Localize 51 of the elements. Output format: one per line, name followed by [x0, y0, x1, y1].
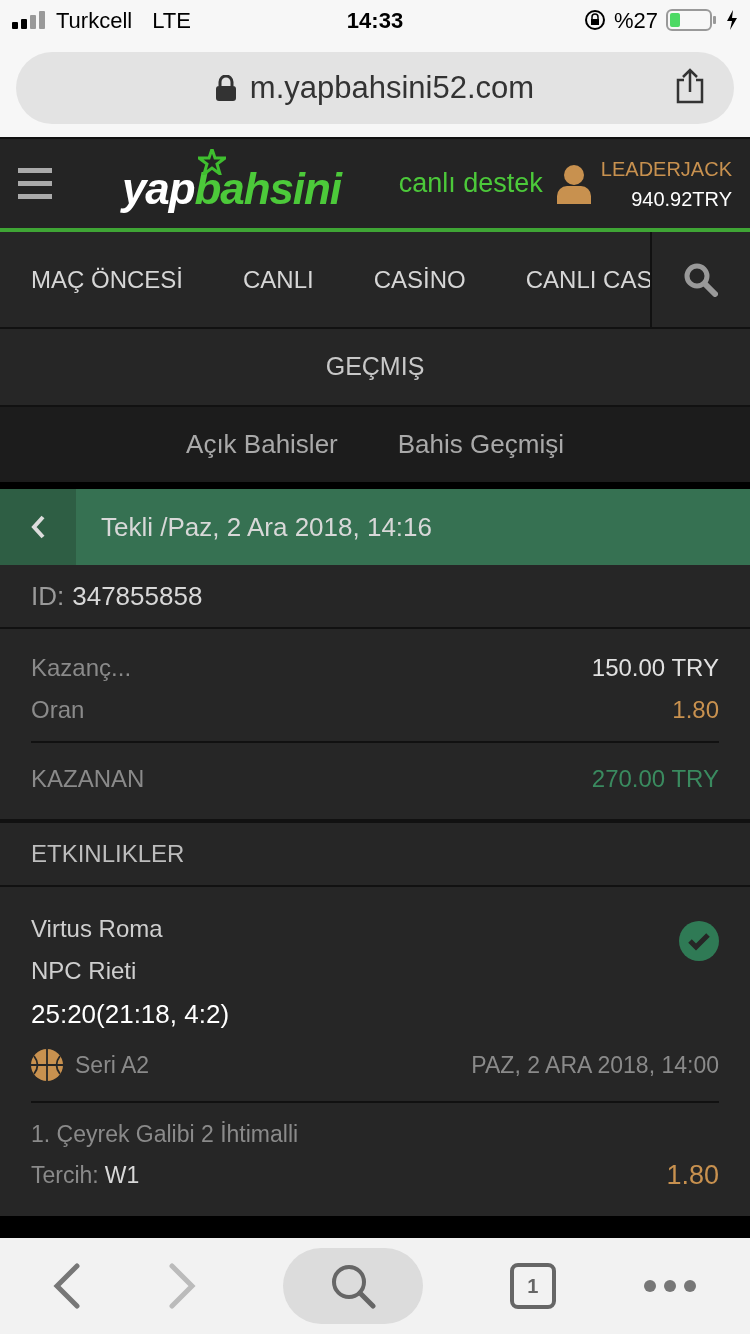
detail-value: 1.80 — [672, 695, 719, 725]
back-icon[interactable] — [53, 1262, 82, 1310]
site-logo[interactable]: yapbahsini — [122, 148, 341, 219]
user-icon[interactable] — [556, 163, 591, 204]
detail-value: 150.00 TRY — [591, 653, 719, 683]
match-date: PAZ, 2 ARA 2018, 14:00 — [471, 1051, 719, 1080]
menu-icon[interactable] — [18, 167, 52, 200]
network-type: LTE — [152, 6, 191, 35]
search-icon — [330, 1263, 376, 1309]
team-name: NPC Rieti — [31, 956, 138, 986]
id-label: ID: — [31, 579, 65, 613]
more-icon[interactable] — [642, 1279, 697, 1293]
search-icon[interactable] — [684, 262, 718, 297]
carrier-name: Turkcell — [56, 6, 133, 35]
nav-tab[interactable]: CANLI — [243, 261, 314, 298]
logo-wordmark: yapbahsini — [122, 166, 341, 215]
events-title: ETKINLIKLER — [31, 839, 185, 869]
sub-tab[interactable]: Açık Bahisler — [186, 425, 338, 464]
battery-icon — [666, 9, 718, 31]
sub-tab[interactable]: Bahis Geçmişi — [397, 425, 564, 464]
pick-label: Tercih: — [31, 1161, 99, 1190]
detail-label: Oran — [31, 695, 85, 725]
basketball-icon — [31, 1049, 63, 1082]
odds-value: 1.80 — [666, 1159, 719, 1192]
nav-tab[interactable]: MAÇ ÖNCESİ — [31, 261, 183, 298]
lock-icon — [215, 75, 236, 101]
chevron-left-icon — [31, 515, 45, 539]
clock: 14:33 — [345, 6, 405, 35]
pick-value: W1 — [104, 1161, 140, 1190]
market-name: 1. Çeyrek Galibi 2 İhtimalli — [31, 1119, 300, 1149]
detail-label: Kazanç... — [31, 653, 132, 683]
match-score: 25:20(21:18, 4:2) — [31, 998, 230, 1031]
league-name: Seri A2 — [75, 1051, 150, 1080]
address-bar[interactable]: m.yapbahsini52.com — [16, 52, 734, 124]
bet-title: Tekli /Paz, 2 Ara 2018, 14:16 — [101, 510, 432, 544]
account-balance: 940.92TRY — [631, 186, 732, 212]
username[interactable]: LEADERJACK — [600, 153, 732, 184]
url-text: m.yapbahsini52.com — [249, 68, 535, 107]
live-support-link[interactable]: canlı destek — [398, 163, 543, 204]
section-title: GEÇMIŞ — [325, 351, 425, 383]
nav-tab[interactable]: CASİNO — [373, 261, 466, 298]
bet-id: 347855858 — [72, 579, 203, 613]
tabs-button[interactable]: 1 — [509, 1263, 556, 1309]
battery-percent: %27 — [613, 6, 658, 35]
signal-icon — [12, 11, 48, 29]
detail-label: KAZANAN — [31, 764, 145, 794]
team-name: Virtus Roma — [31, 914, 164, 944]
charging-icon — [726, 10, 738, 30]
rotation-lock-icon — [583, 9, 606, 31]
detail-value: 270.00 TRY — [591, 764, 719, 794]
share-icon[interactable] — [674, 68, 706, 104]
